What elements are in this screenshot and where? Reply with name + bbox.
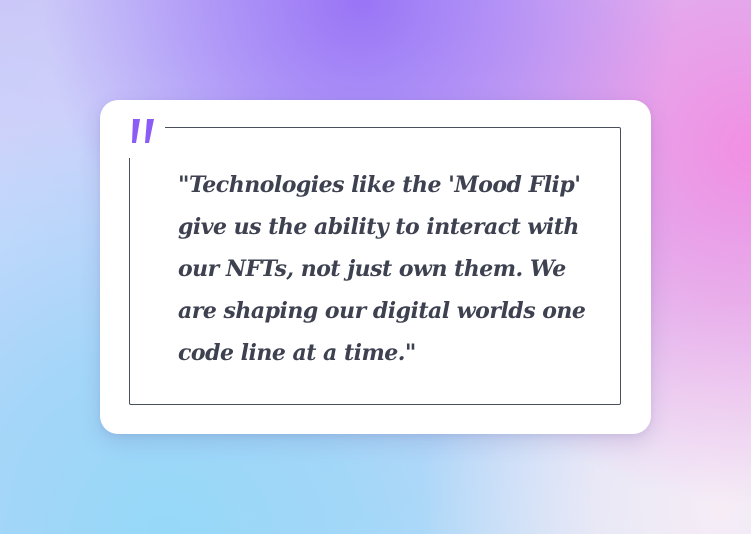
quote-text: "Technologies like the 'Mood Flip' give …	[178, 172, 586, 366]
quote-mark-icon	[127, 116, 165, 158]
testimonial-card: "Technologies like the 'Mood Flip' give …	[100, 100, 651, 434]
